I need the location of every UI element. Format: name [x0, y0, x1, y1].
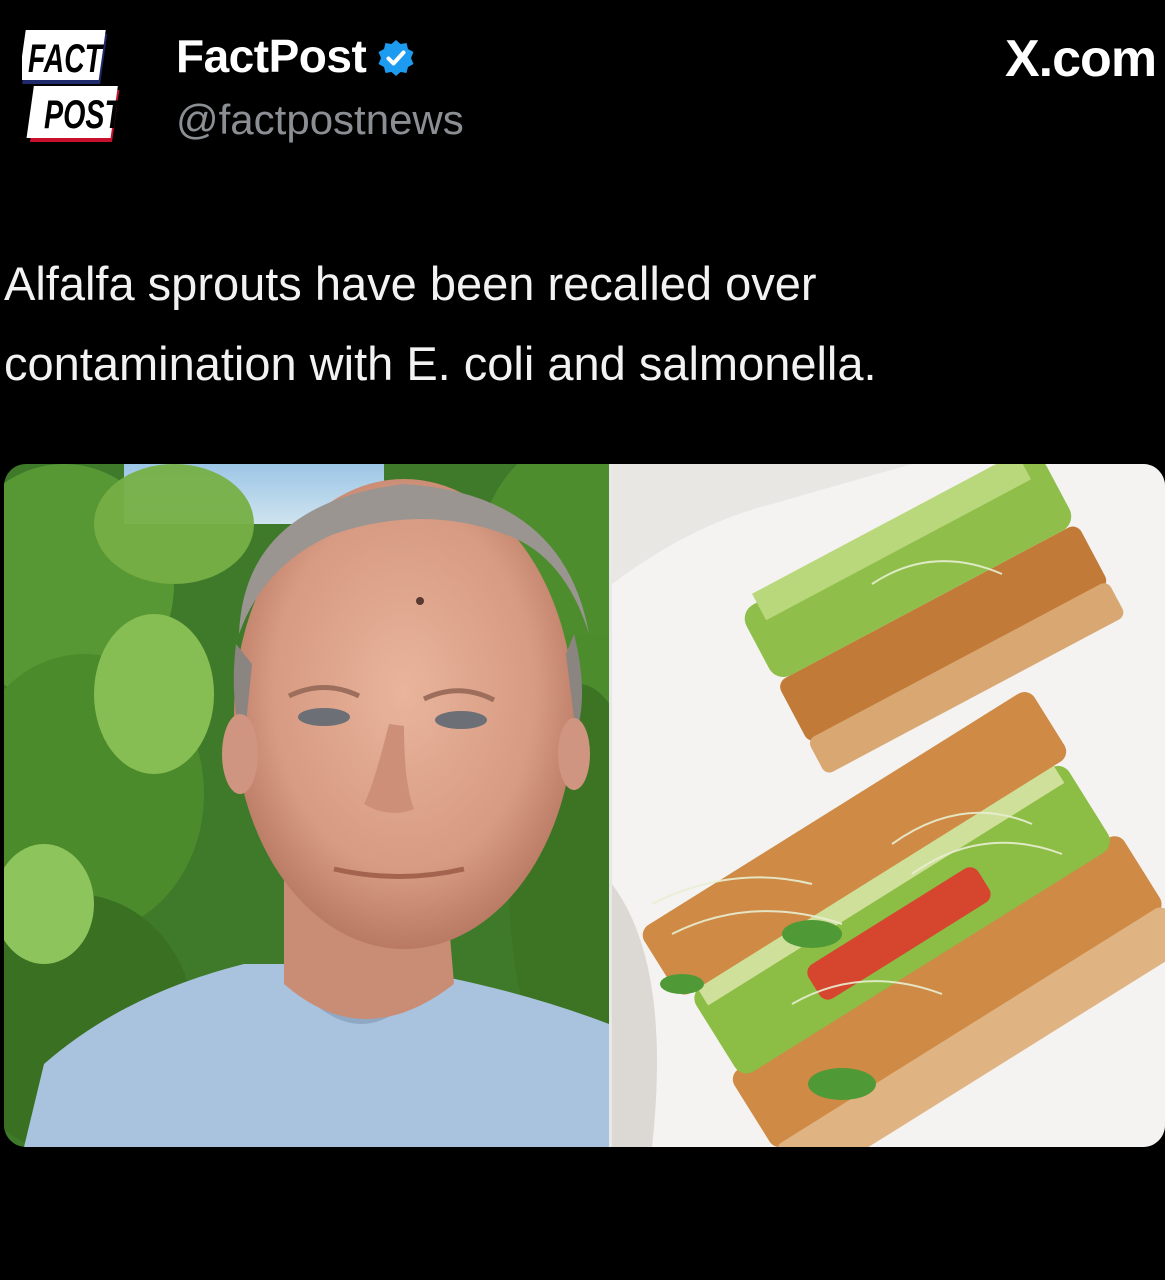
- tweet-text-line-1: Alfalfa sprouts have been recalled over: [4, 257, 817, 310]
- author-info[interactable]: FactPost @factpostnews: [176, 30, 464, 144]
- display-name[interactable]: FactPost: [176, 30, 367, 82]
- tweet-media[interactable]: [4, 464, 1165, 1147]
- tweet-text-line-2: contamination with E. coli and salmonell…: [4, 337, 877, 390]
- person-portrait-image[interactable]: [4, 464, 609, 1147]
- display-name-row[interactable]: FactPost: [176, 30, 464, 82]
- tweet-text: Alfalfa sprouts have been recalled over …: [4, 244, 1154, 404]
- sprout-sandwich-image[interactable]: [609, 464, 1165, 1147]
- factpost-logo[interactable]: FACT POST: [22, 28, 132, 146]
- logo-text-fact: FACT: [28, 37, 105, 81]
- verified-badge-icon: [376, 36, 416, 76]
- x-com-watermark: X.com: [1005, 30, 1157, 88]
- logo-text-post: POST: [44, 93, 125, 137]
- account-handle[interactable]: @factpostnews: [176, 96, 464, 144]
